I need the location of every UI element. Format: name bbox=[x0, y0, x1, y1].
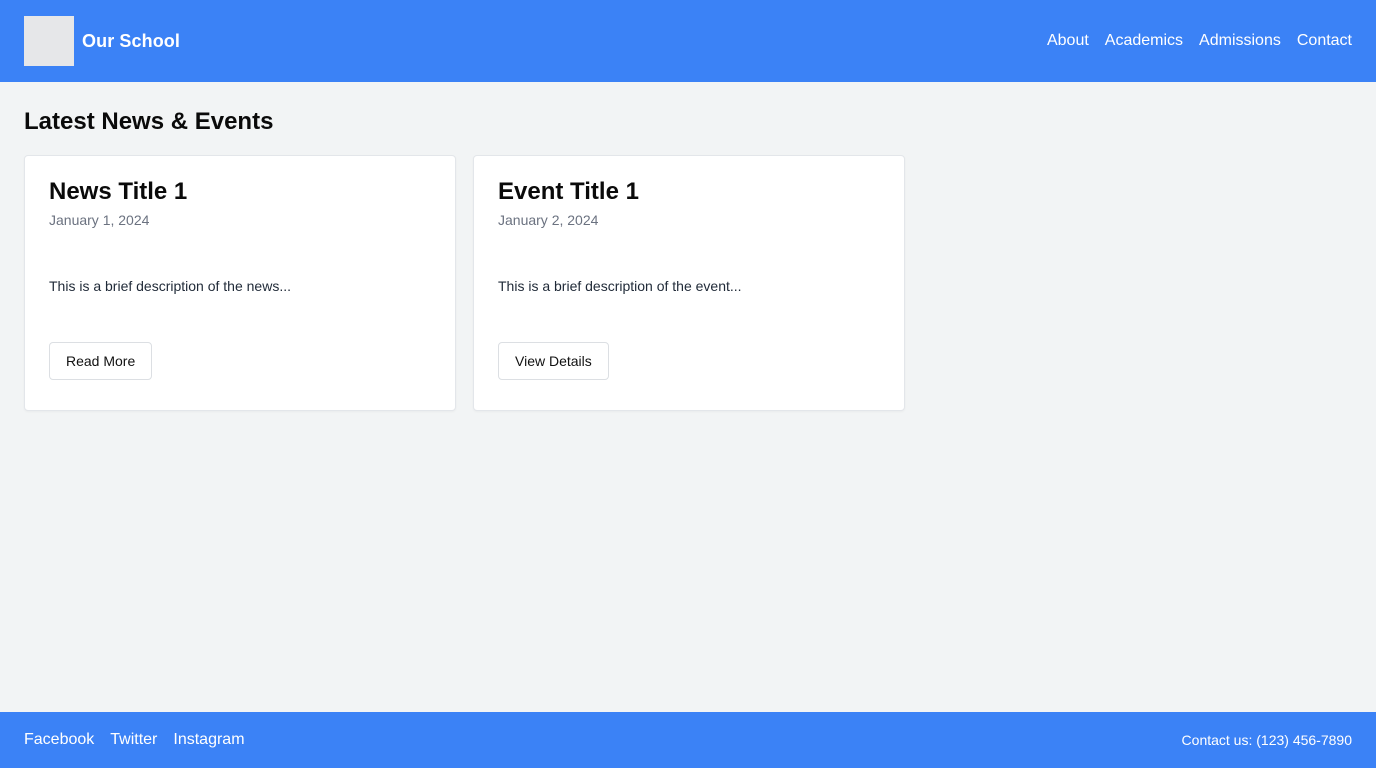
read-more-button[interactable]: Read More bbox=[49, 342, 153, 380]
nav-link-academics[interactable]: Academics bbox=[1105, 32, 1183, 50]
main-content: Latest News & Events News Title 1 Januar… bbox=[0, 82, 1376, 712]
card-title: News Title 1 bbox=[49, 178, 188, 205]
view-details-button[interactable]: View Details bbox=[498, 342, 609, 380]
nav-link-admissions[interactable]: Admissions bbox=[1199, 32, 1281, 50]
facebook-link[interactable]: Facebook bbox=[24, 731, 94, 749]
site-header: Our School About Academics Admissions Co… bbox=[0, 0, 1376, 82]
social-links: Facebook Twitter Instagram bbox=[24, 731, 245, 749]
card-title: Event Title 1 bbox=[498, 178, 639, 205]
news-card: News Title 1 January 1, 2024 This is a b… bbox=[24, 155, 456, 411]
site-title: Our School bbox=[82, 30, 181, 51]
twitter-link[interactable]: Twitter bbox=[110, 731, 157, 749]
card-date: January 2, 2024 bbox=[498, 212, 599, 228]
logo-image-icon bbox=[24, 16, 74, 66]
page: Our School About Academics Admissions Co… bbox=[0, 0, 1376, 768]
nav-link-about[interactable]: About bbox=[1047, 32, 1089, 50]
card-date: January 1, 2024 bbox=[49, 212, 150, 228]
instagram-link[interactable]: Instagram bbox=[173, 731, 244, 749]
event-card: Event Title 1 January 2, 2024 This is a … bbox=[473, 155, 905, 411]
card-description: This is a brief description of the event… bbox=[498, 278, 742, 294]
site-footer: Facebook Twitter Instagram Contact us: (… bbox=[0, 712, 1376, 768]
main-nav: About Academics Admissions Contact bbox=[1047, 32, 1352, 50]
card-description: This is a brief description of the news.… bbox=[49, 278, 291, 294]
section-title: Latest News & Events bbox=[24, 108, 274, 135]
brand[interactable]: Our School bbox=[24, 16, 180, 66]
contact-info: Contact us: (123) 456-7890 bbox=[1181, 732, 1352, 748]
nav-link-contact[interactable]: Contact bbox=[1297, 32, 1352, 50]
news-events-list: News Title 1 January 1, 2024 This is a b… bbox=[24, 155, 1352, 411]
